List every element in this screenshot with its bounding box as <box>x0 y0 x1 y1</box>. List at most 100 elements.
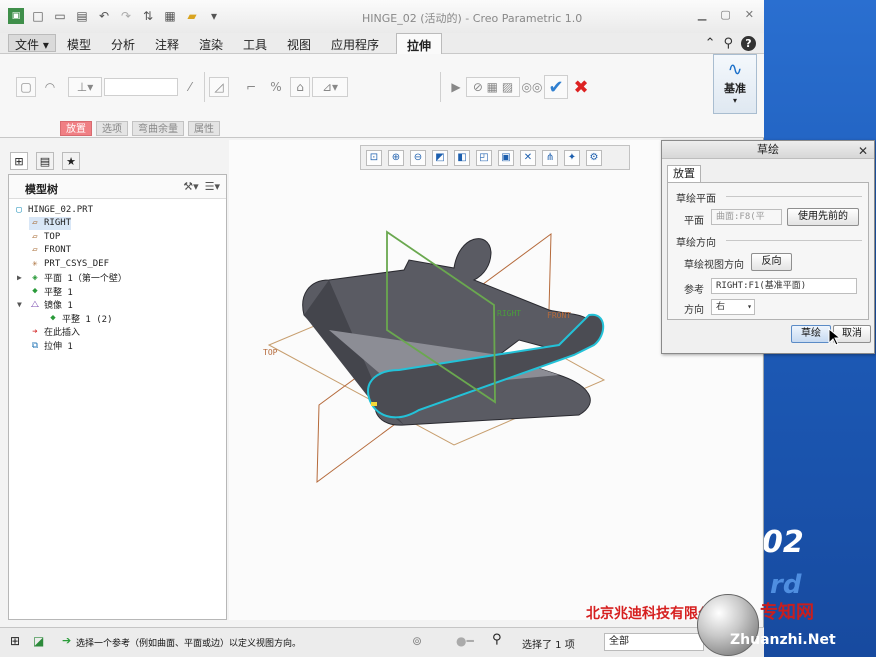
tree-node[interactable]: ▢ HINGE_02.PRT <box>13 203 93 216</box>
surface-icon[interactable]: ◠ <box>40 77 60 97</box>
tab-analysis[interactable]: 分析 <box>111 36 135 53</box>
tree-node[interactable]: ◆ 平整 1 <box>29 285 73 298</box>
view-direction-label: 草绘视图方向 <box>684 260 744 271</box>
undo-icon[interactable]: ↶ <box>96 8 112 24</box>
close-window-icon[interactable]: ▰ <box>184 8 200 24</box>
open-file-icon[interactable]: ▭ <box>52 8 68 24</box>
favorites-tab-icon[interactable]: ★ <box>62 152 80 170</box>
navigator-toggle-icon[interactable]: ⊞ <box>10 634 20 648</box>
annotation-display-icon[interactable]: ⚙ <box>586 149 602 166</box>
selection-count: 选择了 1 项 <box>522 640 575 651</box>
watermark-site: Zhuanzhi.Net <box>730 632 836 648</box>
tab-applications[interactable]: 应用程序 <box>331 36 379 53</box>
sheetmetal-option-icon[interactable]: ⌂ <box>290 77 310 97</box>
sketch-dialog: 草绘 ✕ 放置 草绘平面 平面 曲面:F8(平 使用先前的 草绘方向 草绘视图方… <box>661 140 875 354</box>
selection-filter[interactable]: 全部 <box>604 633 704 651</box>
spin-center-icon[interactable]: ✦ <box>564 149 580 166</box>
depth-option-icon[interactable]: ⊥▾ <box>68 77 102 97</box>
tab-model[interactable]: 模型 <box>67 36 91 53</box>
sketch-ok-button[interactable]: 草绘 <box>791 325 831 343</box>
tree-node[interactable]: ▼ ⧍ 镜像 1 <box>17 298 73 312</box>
save-icon[interactable]: ▤ <box>74 8 90 24</box>
orientation-select[interactable]: 右 ▾ <box>711 299 755 315</box>
new-file-icon[interactable]: □ <box>30 8 46 24</box>
datum-label: 基准 <box>724 82 746 95</box>
verify-preview-icon[interactable]: ◎◎ <box>522 77 543 97</box>
tab-annotate[interactable]: 注释 <box>155 36 179 53</box>
windows-icon[interactable]: ▦ <box>162 8 178 24</box>
subtab-properties[interactable]: 属性 <box>188 121 220 136</box>
flip-depth-icon[interactable]: ⁄ <box>180 77 200 97</box>
apply-button[interactable]: ✔ <box>544 75 568 99</box>
subtab-bend-allowance[interactable]: 弯曲余量 <box>132 121 184 136</box>
flip-button[interactable]: 反向 <box>751 253 792 271</box>
zoom-in-icon[interactable]: ⊕ <box>388 149 404 166</box>
depth-input[interactable] <box>104 78 178 96</box>
repaint-icon[interactable]: ◩ <box>432 149 448 166</box>
close-icon[interactable]: ✕ <box>745 8 754 21</box>
tab-view[interactable]: 视图 <box>287 36 311 53</box>
use-previous-button[interactable]: 使用先前的 <box>787 208 859 226</box>
close-icon[interactable]: ✕ <box>858 142 868 160</box>
tree-node[interactable]: ▱ RIGHT <box>29 216 72 230</box>
toggle-icon[interactable]: ●━ <box>456 634 474 648</box>
show-icon[interactable]: ☰▾ <box>205 180 220 193</box>
view-manager-icon[interactable]: ▣ <box>498 149 514 166</box>
subtab-placement[interactable]: 放置 <box>60 121 92 136</box>
preview-options-icon[interactable]: ⊘ ▦ ▨ <box>466 77 520 97</box>
thickness-flip-icon[interactable]: % <box>266 77 286 97</box>
saved-views-icon[interactable]: ◰ <box>476 149 492 166</box>
tree-node[interactable]: ▱ FRONT <box>29 244 71 257</box>
maximize-icon[interactable]: ▢ <box>720 8 730 21</box>
plane-field[interactable]: 曲面:F8(平 <box>711 209 782 225</box>
subtab-options[interactable]: 选项 <box>96 121 128 136</box>
settings-icon[interactable]: ⚒▾ <box>183 180 198 193</box>
tree-node[interactable]: ⧉ 拉伸 1 <box>29 339 73 353</box>
datum-display-icon[interactable]: ✕ <box>520 149 536 166</box>
tab-placement[interactable]: 放置 <box>667 165 701 182</box>
collapse-ribbon-icon[interactable]: ⌃ <box>705 36 716 51</box>
thicken-sketch-icon[interactable]: ⌐ <box>241 77 261 97</box>
collapse-icon[interactable]: ▼ <box>17 300 22 309</box>
datum-button[interactable]: ∿ 基准 ▾ <box>713 54 757 114</box>
tree-node-label: 平整 1 (2) <box>62 314 113 325</box>
quick-access-toolbar: ▣ □ ▭ ▤ ↶ ↷ ⇅ ▦ ▰ ▾ <box>8 7 228 25</box>
browser-toggle-icon[interactable]: ◪ <box>33 634 44 648</box>
tree-node[interactable]: ▱ TOP <box>29 230 60 243</box>
minimize-icon[interactable]: ▁ <box>698 8 706 21</box>
orientation-label: 方向 <box>684 305 704 316</box>
zoom-out-icon[interactable]: ⊖ <box>410 149 426 166</box>
tab-file[interactable]: 文件 ▾ <box>8 34 56 52</box>
display-style-icon[interactable]: ◧ <box>454 149 470 166</box>
remove-material-icon[interactable]: ◿ <box>209 77 229 97</box>
solid-icon[interactable]: ▢ <box>16 77 36 97</box>
window-title: HINGE_02 (活动的) - Creo Parametric 1.0 <box>362 12 583 25</box>
model-tree-tab-icon[interactable]: ⊞ <box>10 152 28 170</box>
folder-browser-tab-icon[interactable]: ▤ <box>36 152 54 170</box>
tab-tools[interactable]: 工具 <box>243 36 267 53</box>
cancel-feature-button[interactable]: ✖ <box>570 75 592 99</box>
tree-node[interactable]: ✳ PRT_CSYS_DEF <box>29 257 109 270</box>
redo-icon[interactable]: ↷ <box>118 8 134 24</box>
tab-extrude[interactable]: 拉伸 <box>396 33 443 55</box>
material-side-icon[interactable]: ⊿▾ <box>312 77 348 97</box>
tree-node-label: 平整 1 <box>44 287 73 298</box>
regenerate-icon[interactable]: ⇅ <box>140 8 156 24</box>
model-tree-tools: ⚒▾ ☰▾ <box>183 180 220 193</box>
reference-field[interactable]: RIGHT:F1(基准平面) <box>711 278 857 294</box>
csys-display-icon[interactable]: ⋔ <box>542 149 558 166</box>
tree-node[interactable]: ➔ 在此插入 <box>29 325 80 339</box>
expand-icon[interactable]: ▶ <box>17 273 22 282</box>
help-icon[interactable]: ? <box>741 36 756 51</box>
tab-render[interactable]: 渲染 <box>199 36 223 53</box>
pause-icon[interactable]: ▶ <box>446 77 466 97</box>
customize-toolbar-icon[interactable]: ▾ <box>206 8 222 24</box>
refit-icon[interactable]: ⊡ <box>366 149 382 166</box>
ribbon-divider-2 <box>440 72 441 102</box>
tree-node[interactable]: ▶ ◈ 平面 1（第一个壁） <box>17 271 127 285</box>
tree-node[interactable]: ◆ 平整 1 (2) <box>47 312 113 325</box>
divider <box>726 196 862 197</box>
find-icon[interactable]: ⚲ <box>492 632 502 647</box>
model-tree-title: 模型树 <box>25 183 58 196</box>
search-icon[interactable]: ⚲ <box>723 36 733 51</box>
